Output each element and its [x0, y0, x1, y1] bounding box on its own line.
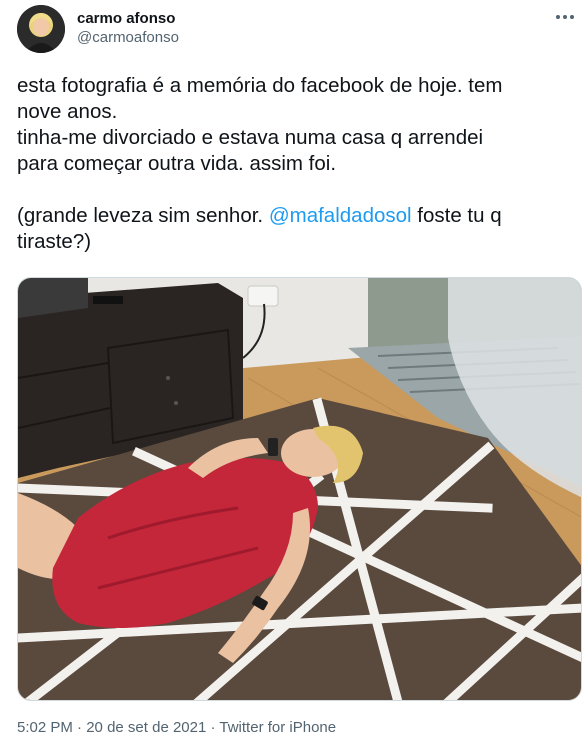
tweet-date[interactable]: 20 de set de 2021 [86, 719, 206, 736]
avatar-image [17, 5, 65, 53]
tweet-text-line: tinha-me divorciado e estava numa casa q… [17, 126, 484, 149]
author-display-name[interactable]: carmo afonso [77, 9, 179, 28]
mention-link[interactable]: @mafaldadosol [269, 204, 412, 227]
tweet-text-line: (grande leveza sim senhor. @mafaldadosol… [17, 203, 577, 229]
tweet-text-fragment: (grande leveza sim senhor. [17, 204, 269, 227]
tweet-source[interactable]: Twitter for iPhone [219, 719, 336, 736]
meta-separator: · [206, 719, 220, 736]
tweet-body: esta fotografia é a memória do facebook … [17, 73, 577, 255]
more-horizontal-icon[interactable] [553, 7, 577, 27]
photo-woman-on-rug [18, 278, 581, 700]
meta-separator: · [72, 719, 87, 736]
tweet-text-line: nove anos. [17, 100, 118, 123]
tweet-metadata: 5:02 PM · 20 de set de 2021 · Twitter fo… [17, 718, 336, 738]
tweet-header: carmo afonso @carmoafonso [17, 5, 577, 57]
author-handle[interactable]: @carmoafonso [77, 28, 179, 48]
tweet-text-fragment: foste tu q [411, 204, 502, 227]
tweet-text-line: tiraste?) [17, 230, 92, 253]
tweet-photo[interactable] [17, 277, 582, 701]
avatar[interactable] [17, 5, 65, 53]
tweet-time[interactable]: 5:02 PM [17, 719, 73, 736]
tweet-text-line: esta fotografia é a memória do facebook … [17, 74, 503, 97]
tweet-text-line: para começar outra vida. assim foi. [17, 152, 337, 175]
